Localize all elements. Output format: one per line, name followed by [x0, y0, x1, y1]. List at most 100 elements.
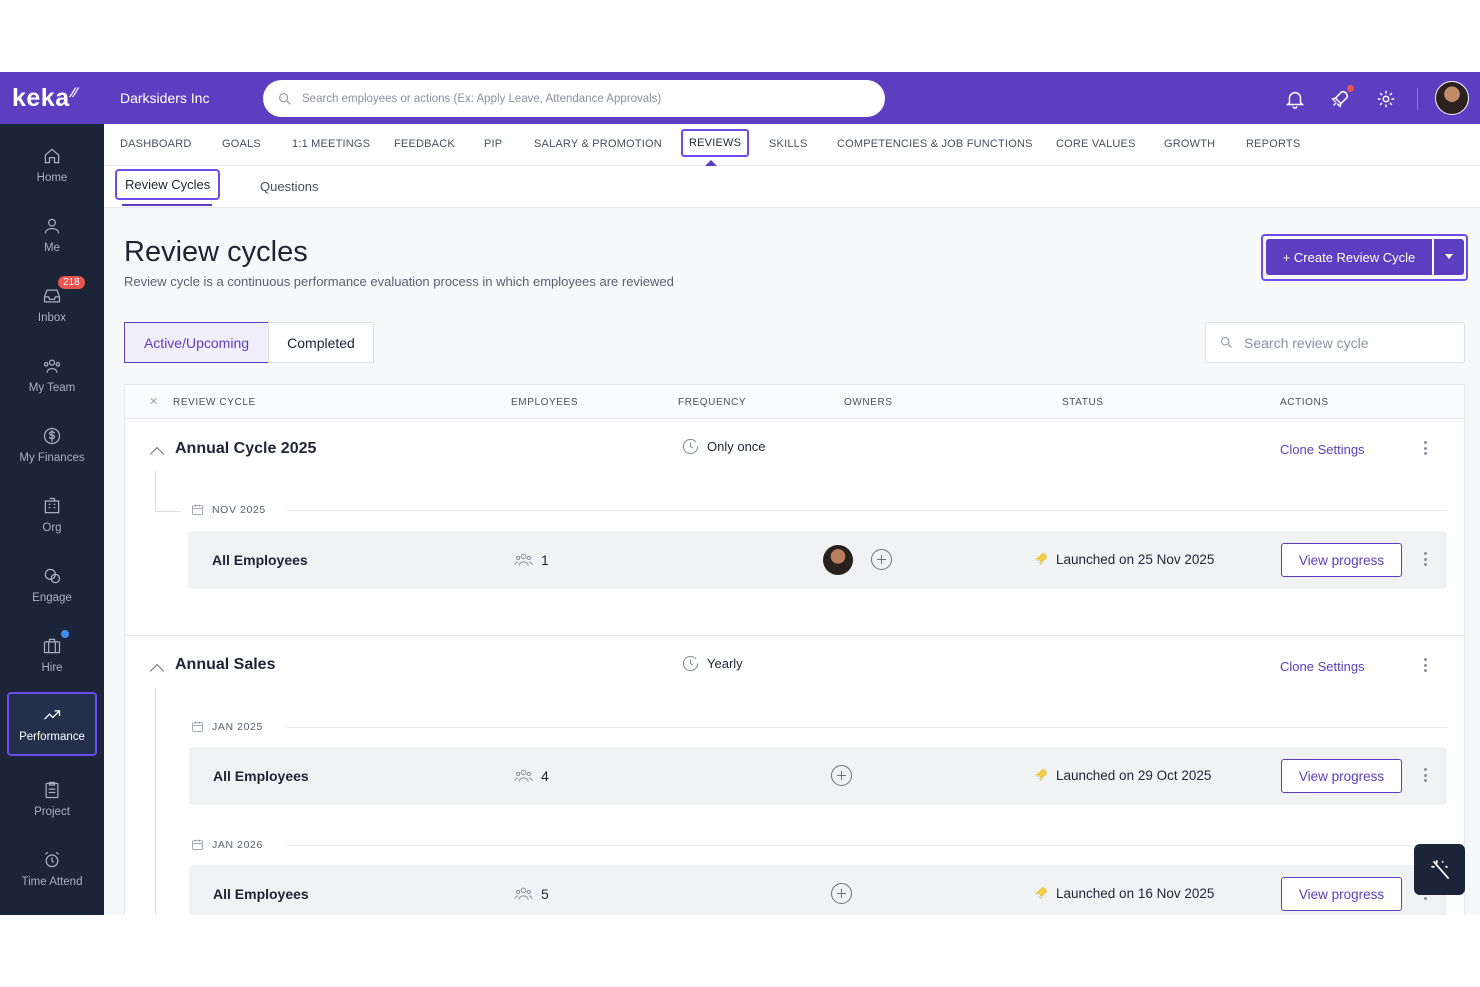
tab-competencies[interactable]: COMPETENCIES & JOB FUNCTIONS [837, 138, 1033, 150]
sidebar-item-home[interactable]: Home [0, 130, 104, 200]
tab-dashboard[interactable]: DASHBOARD [120, 138, 191, 150]
clone-settings-link[interactable]: Clone Settings [1280, 659, 1365, 674]
launchpad-button[interactable] [1329, 85, 1354, 110]
main-content: Review cycles Review cycle is a continuo… [104, 208, 1480, 915]
row-status: Launched on 16 Nov 2025 [1033, 885, 1214, 901]
people-icon [514, 553, 533, 566]
sidebar-item-my-team[interactable]: My Team [0, 340, 104, 410]
sidebar-item-hire[interactable]: Hire [0, 620, 104, 690]
company-name[interactable]: Darksiders Inc [120, 90, 209, 106]
group-title: Annual Sales [175, 656, 276, 673]
collapse-all-icon[interactable]: ✕ [149, 395, 158, 408]
period-date: JAN 2026 [191, 838, 263, 851]
people-icon [514, 769, 533, 782]
tab-goals[interactable]: GOALS [222, 138, 261, 150]
row-more-icon[interactable] [1424, 768, 1428, 782]
alarm-icon [44, 851, 60, 868]
create-options-dropdown[interactable] [1434, 239, 1464, 275]
engage-icon [44, 568, 61, 584]
filter-active-upcoming[interactable]: Active/Upcoming [124, 322, 269, 363]
collapse-group-icon[interactable] [149, 446, 165, 462]
subtab-review-cycles[interactable]: Review Cycles [115, 169, 221, 200]
tab-core-values[interactable]: CORE VALUES [1056, 138, 1136, 150]
table-header: ✕ REVIEW CYCLE EMPLOYEES FREQUENCY OWNER… [125, 385, 1464, 419]
search-icon [1221, 337, 1232, 348]
add-owner-icon[interactable] [831, 883, 852, 904]
tab-pip[interactable]: PIP [484, 138, 502, 150]
sidebar-item-inbox[interactable]: 218 Inbox [0, 270, 104, 340]
sidebar-item-label: Time Attend [21, 876, 83, 888]
table-row[interactable]: All Employees 1 Launched on 25 Nov 2025 … [188, 531, 1447, 589]
create-review-cycle-button[interactable]: + Create Review Cycle [1266, 239, 1432, 275]
sidebar-item-label: My Team [28, 382, 76, 394]
row-more-icon[interactable] [1424, 552, 1428, 566]
employee-count: 5 [541, 885, 549, 902]
col-review-cycle: REVIEW CYCLE [173, 397, 256, 408]
calendar-icon [192, 839, 203, 850]
col-frequency: FREQUENCY [678, 397, 747, 408]
sidebar-item-org[interactable]: Org [0, 480, 104, 550]
tab-salary-promotion[interactable]: SALARY & PROMOTION [534, 138, 662, 150]
sidebar-item-label: Engage [32, 592, 72, 604]
review-cycle-search-input[interactable]: Search review cycle [1205, 322, 1465, 363]
row-status: Launched on 29 Oct 2025 [1033, 767, 1211, 783]
tab-growth[interactable]: GROWTH [1164, 138, 1215, 150]
period-date: NOV 2025 [191, 503, 266, 516]
tab-reviews[interactable]: REVIEWS [681, 129, 750, 157]
calendar-icon [192, 504, 203, 515]
sidebar-item-engage[interactable]: Engage [0, 550, 104, 620]
user-avatar[interactable] [1435, 81, 1469, 115]
row-employee-count: 5 [514, 885, 549, 902]
employee-count: 4 [541, 767, 549, 784]
notifications-button[interactable] [1284, 88, 1306, 110]
view-progress-button[interactable]: View progress [1281, 877, 1402, 911]
add-owner-icon[interactable] [871, 549, 892, 570]
tree-line [155, 688, 156, 915]
sidebar-item-performance[interactable]: Performance [7, 692, 97, 756]
keka-logo[interactable]: keka ⁄⁄ [0, 72, 104, 124]
tab-skills[interactable]: SKILLS [769, 138, 808, 150]
group-more-icon[interactable] [1424, 658, 1428, 672]
status-text: Launched on 29 Oct 2025 [1056, 767, 1212, 783]
table-row[interactable]: All Employees 5 Launched on 16 Nov 2025 … [189, 865, 1447, 915]
global-search-input[interactable]: Search employees or actions (Ex: Apply L… [263, 80, 885, 117]
rocket-notification-dot [1347, 85, 1354, 92]
row-employee-count: 4 [514, 767, 549, 784]
group-title: Annual Cycle 2025 [175, 440, 317, 457]
tree-line [155, 471, 156, 511]
ai-assistant-button[interactable] [1414, 844, 1465, 895]
group-more-icon[interactable] [1424, 441, 1428, 455]
sidebar-item-project[interactable]: Project [0, 764, 104, 834]
owner-avatar[interactable] [823, 545, 853, 575]
team-icon [43, 359, 61, 373]
group-frequency: Only once [681, 437, 766, 456]
tab-1-1-meetings[interactable]: 1:1 MEETINGS [292, 138, 370, 150]
clone-settings-link[interactable]: Clone Settings [1280, 442, 1365, 457]
clipboard-icon [45, 781, 59, 799]
sidebar-item-time-attend[interactable]: Time Attend [0, 834, 104, 904]
sidebar-item-label: Me [44, 242, 60, 254]
inbox-icon [43, 289, 61, 303]
subtab-questions[interactable]: Questions [260, 179, 319, 194]
sidebar-item-me[interactable]: Me [0, 200, 104, 270]
col-owners: OWNERS [844, 397, 893, 408]
period-date-text: NOV 2025 [212, 503, 266, 516]
collapse-group-icon[interactable] [149, 663, 165, 679]
sidebar-item-my-finances[interactable]: My Finances [0, 410, 104, 480]
view-progress-button[interactable]: View progress [1281, 759, 1402, 793]
settings-button[interactable] [1375, 88, 1397, 110]
search-placeholder: Search employees or actions (Ex: Apply L… [302, 92, 662, 105]
view-progress-button[interactable]: View progress [1281, 543, 1402, 577]
bell-icon [1285, 91, 1305, 109]
filter-completed[interactable]: Completed [268, 322, 374, 363]
tab-reports[interactable]: REPORTS [1246, 138, 1300, 150]
search-placeholder: Search review cycle [1244, 334, 1369, 351]
search-icon [279, 92, 291, 105]
table-row[interactable]: All Employees 4 Launched on 29 Oct 2025 … [189, 747, 1447, 805]
col-employees: EMPLOYEES [511, 397, 579, 408]
period-rule [287, 510, 1447, 511]
rocket-icon [1035, 553, 1047, 565]
tab-feedback[interactable]: FEEDBACK [394, 138, 455, 150]
tree-line [155, 511, 181, 512]
add-owner-icon[interactable] [831, 765, 852, 786]
